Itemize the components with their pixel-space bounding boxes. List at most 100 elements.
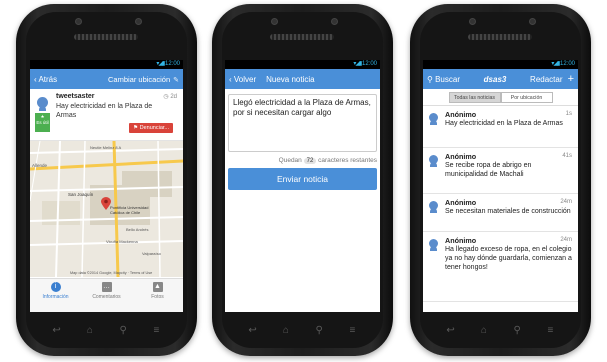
screen-new-post: ▾◢▮ 12:00 ‹ Volver Nueva noticia Llegó e… xyxy=(225,60,380,312)
earpiece-speaker xyxy=(270,34,334,40)
post-username: tweetsaster xyxy=(56,93,95,100)
menu-nav-icon[interactable]: ≡ xyxy=(150,325,162,336)
tab-comentarios[interactable]: … Comentarios xyxy=(81,279,132,312)
report-label: Denunciar... xyxy=(139,125,169,131)
report-button[interactable]: ⚑ Denunciar... xyxy=(129,123,173,133)
home-nav-icon[interactable]: ⌂ xyxy=(84,325,96,336)
list-item[interactable]: Anónimo 24m Se necesitan materiales de c… xyxy=(423,194,578,232)
item-username: Anónimo xyxy=(445,110,477,119)
android-navbar: ↩ ⌂ ⚲ ≡ xyxy=(236,316,369,344)
search-button[interactable]: ⚲ Buscar xyxy=(427,75,460,84)
tab-label: Información xyxy=(42,294,69,300)
segment-all-news[interactable]: Todas las noticias xyxy=(448,91,501,103)
tab-fotos[interactable]: ▲ Fotos xyxy=(132,279,183,312)
map-label: Allende xyxy=(32,163,48,168)
change-location-button[interactable]: Cambiar ubicación ✎ xyxy=(108,75,179,84)
item-message: Ha llegado exceso de ropa, en el colegio… xyxy=(445,246,572,271)
search-icon: ⚲ xyxy=(427,74,436,84)
item-message: Se recibe ropa de abrigo en municipalida… xyxy=(445,162,532,178)
earpiece-speaker xyxy=(468,34,532,40)
back-nav-icon[interactable]: ↩ xyxy=(247,325,259,336)
phone-frame-1: ▾◢▮ 12:00 ‹ Atrás Cambiar ubicación ✎ ★ Es… xyxy=(16,4,197,356)
tab-label: Comentarios xyxy=(92,294,121,300)
map-label: Bello Andrés xyxy=(126,227,149,232)
search-nav-icon[interactable]: ⚲ xyxy=(511,325,523,336)
page-title: dsas3 xyxy=(483,74,507,84)
search-nav-icon[interactable]: ⚲ xyxy=(313,325,325,336)
avatar xyxy=(429,113,438,125)
action-bar: ⚲ Buscar dsas3 Redactar + xyxy=(423,69,578,89)
status-bar: ▾◢▮ 12:00 xyxy=(225,60,380,69)
bottom-tab-bar: i Información … Comentarios ▲ Fotos xyxy=(30,278,183,312)
phone-frame-3: ▾◢▮ 12:00 ⚲ Buscar dsas3 Redactar + Toda… xyxy=(410,4,591,356)
earpiece-speaker xyxy=(74,34,138,40)
screen-post-detail: ▾◢▮ 12:00 ‹ Atrás Cambiar ubicación ✎ ★ Es… xyxy=(30,60,183,312)
tab-informacion[interactable]: i Información xyxy=(30,279,81,312)
plus-icon: + xyxy=(564,72,574,85)
char-counter: Quedan 72 caracteres restantes xyxy=(228,157,377,164)
pencil-icon: ✎ xyxy=(173,76,179,84)
home-nav-icon[interactable]: ⌂ xyxy=(280,325,292,336)
item-username: Anónimo xyxy=(445,198,477,207)
location-map[interactable]: Neutle Melinz 8 A Allende San Joaquín Po… xyxy=(30,141,183,277)
tab-label: Fotos xyxy=(151,294,164,300)
avatar xyxy=(429,239,438,251)
item-message: Hay electricidad en la Plaza de Armas xyxy=(445,120,563,127)
phone-frame-2: ▾◢▮ 12:00 ‹ Volver Nueva noticia Llegó e… xyxy=(212,4,393,356)
action-bar: ‹ Atrás Cambiar ubicación ✎ xyxy=(30,69,183,89)
counter-prefix: Quedan xyxy=(278,157,302,164)
item-time: 41s xyxy=(562,153,572,159)
back-label: Atrás xyxy=(38,74,58,84)
post-time: ◷ 2d xyxy=(163,93,177,100)
front-camera xyxy=(470,19,475,24)
search-label: Buscar xyxy=(435,74,460,84)
useful-badge[interactable]: ★ Es útil xyxy=(35,113,50,132)
home-nav-icon[interactable]: ⌂ xyxy=(478,325,490,336)
map-label: Pontificia Universidad Católica de Chile xyxy=(110,205,149,215)
status-time: 12:00 xyxy=(361,61,377,67)
map-attribution[interactable]: Map data ©2014 Google, Mapcity · Terms o… xyxy=(70,271,152,275)
menu-nav-icon[interactable]: ≡ xyxy=(346,325,358,336)
map-pin-icon[interactable] xyxy=(101,197,111,210)
back-nav-icon[interactable]: ↩ xyxy=(445,325,457,336)
photos-icon: ▲ xyxy=(152,282,163,292)
compose-button[interactable]: Redactar + xyxy=(530,72,574,85)
map-label: Valparaíso xyxy=(142,251,161,256)
search-nav-icon[interactable]: ⚲ xyxy=(117,325,129,336)
list-item[interactable]: Anónimo 1s Hay electricidad en la Plaza … xyxy=(423,106,578,148)
status-bar: ▾◢▮ 12:00 xyxy=(423,60,578,69)
useful-badge-label: Es útil xyxy=(36,120,49,125)
comments-icon: … xyxy=(101,282,112,292)
back-button[interactable]: ‹ Atrás xyxy=(34,75,57,84)
back-button[interactable]: ‹ Volver xyxy=(229,75,256,84)
item-time: 1s xyxy=(565,111,572,117)
menu-nav-icon[interactable]: ≡ xyxy=(544,325,556,336)
map-label: Vicuña Mackenna xyxy=(106,239,138,244)
page-title: Nueva noticia xyxy=(266,74,315,84)
map-label: Neutle Melinz 8 A xyxy=(90,145,122,150)
news-text-input[interactable]: Llegó electricidad a la Plaza de Armas, … xyxy=(228,94,377,152)
item-username: Anónimo xyxy=(445,236,477,245)
segment-by-location[interactable]: Por ubicación xyxy=(500,91,553,103)
wifi-signal-battery-icon: ▾◢▮ xyxy=(156,61,165,67)
avatar xyxy=(37,97,48,111)
sensor xyxy=(136,19,141,24)
info-icon: i xyxy=(50,282,61,292)
wifi-signal-battery-icon: ▾◢▮ xyxy=(551,61,560,67)
back-label: Volver xyxy=(233,74,257,84)
send-news-button[interactable]: Enviar noticia xyxy=(228,168,377,190)
android-navbar: ↩ ⌂ ⚲ ≡ xyxy=(434,316,567,344)
item-message: Se necesitan materiales de construcción xyxy=(445,208,571,215)
wifi-signal-battery-icon: ▾◢▮ xyxy=(353,61,362,67)
sensor xyxy=(332,19,337,24)
avatar xyxy=(429,201,438,213)
list-item[interactable]: Anónimo 24m Ha llegado exceso de ropa, e… xyxy=(423,232,578,302)
filter-segmented-control: Todas las noticias Por ubicación xyxy=(423,89,578,106)
counter-suffix: caracteres restantes xyxy=(318,157,377,164)
status-time: 12:00 xyxy=(559,61,575,67)
list-item[interactable]: Anónimo 41s Se recibe ropa de abrigo en … xyxy=(423,148,578,194)
post-card: ★ Es útil tweetsaster Hay electricidad en… xyxy=(30,89,183,141)
sensor xyxy=(530,19,535,24)
back-nav-icon[interactable]: ↩ xyxy=(51,325,63,336)
status-bar: ▾◢▮ 12:00 xyxy=(30,60,183,69)
